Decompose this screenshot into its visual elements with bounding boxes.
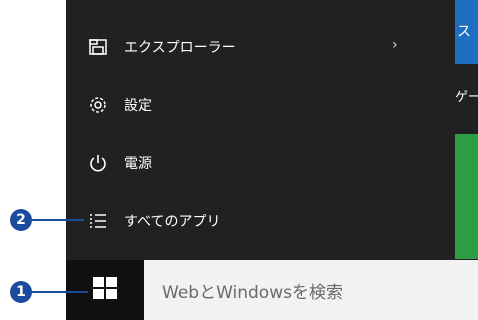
start-item-explorer[interactable]: エクスプローラー: [86, 27, 236, 67]
chevron-right-icon[interactable]: ›: [392, 37, 398, 53]
start-item-settings[interactable]: 設定: [86, 85, 152, 125]
callout-line: [32, 219, 84, 221]
file-explorer-icon: [86, 35, 110, 59]
search-box[interactable]: WebとWindowsを検索: [144, 260, 478, 320]
search-placeholder: WebとWindowsを検索: [162, 282, 343, 303]
tile-text: ス: [457, 24, 471, 40]
live-tile[interactable]: ス: [455, 0, 478, 64]
gear-icon: [86, 93, 110, 117]
callout-number: 1: [10, 281, 32, 303]
start-item-all-apps[interactable]: すべてのアプリ: [86, 201, 220, 241]
list-icon: [86, 209, 110, 233]
tile-group-label: ゲー: [455, 90, 478, 105]
windows-logo-icon: [93, 277, 117, 303]
start-item-label: 電源: [124, 156, 152, 172]
start-button[interactable]: [66, 260, 144, 320]
live-tile-green[interactable]: [455, 134, 478, 259]
power-icon: [86, 151, 110, 175]
start-item-label: すべてのアプリ: [124, 214, 221, 230]
start-item-label: 設定: [124, 98, 152, 114]
callout-line: [32, 291, 88, 293]
start-item-power[interactable]: 電源: [86, 143, 152, 183]
callout-number: 2: [10, 209, 32, 231]
start-item-label: エクスプローラー: [124, 40, 236, 56]
